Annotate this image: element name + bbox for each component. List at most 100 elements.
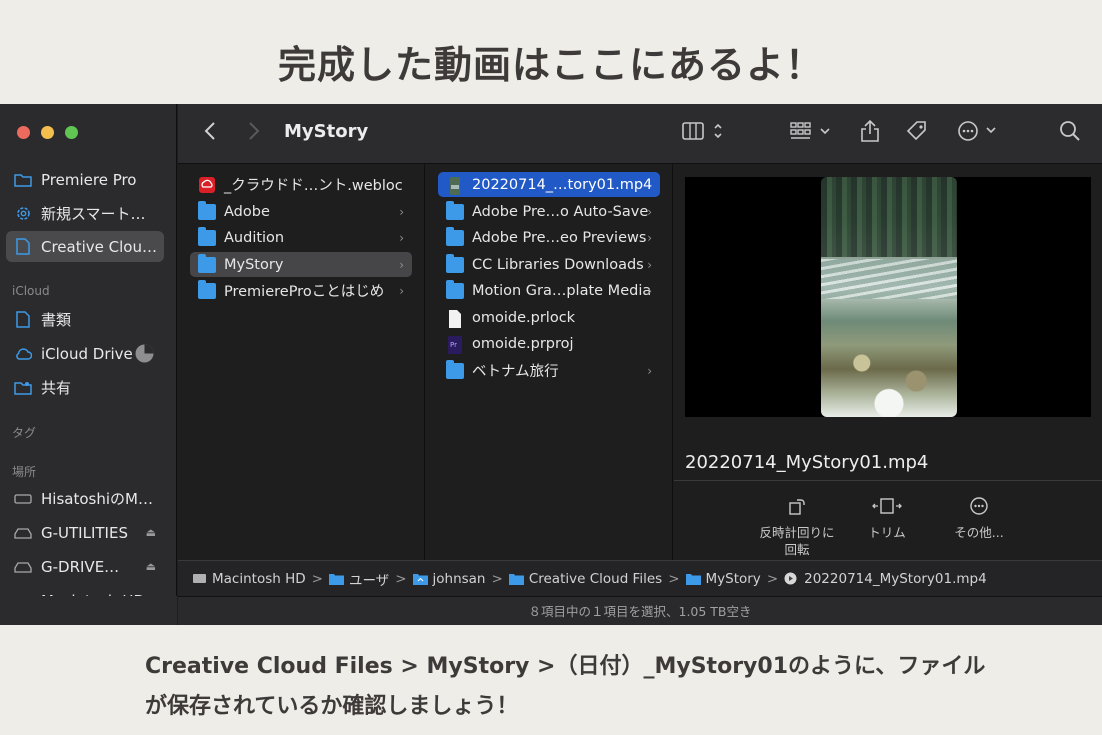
premiere-file-icon: Pr: [446, 335, 464, 354]
minimize-window-button[interactable]: [41, 126, 54, 139]
chevron-right-icon: ›: [647, 363, 652, 378]
rotate-left-icon: [752, 494, 842, 518]
path-segment[interactable]: Creative Cloud Files: [508, 571, 662, 587]
folder-icon: [446, 359, 464, 379]
caption-line: が保存されているか確認しましょう！: [145, 694, 519, 719]
list-item[interactable]: CC Libraries Downloads ›: [438, 252, 660, 277]
grid-icon: [789, 121, 835, 145]
sidebar-section-tags: タグ: [12, 426, 37, 440]
list-item[interactable]: Adobe ›: [190, 199, 412, 224]
sidebar-item-label: iCloud Drive: [41, 344, 133, 363]
path-segment[interactable]: 20220714_MyStory01.mp4: [784, 571, 987, 587]
list-item[interactable]: omoide.prlock: [438, 305, 660, 330]
path-segment[interactable]: ユーザ: [328, 569, 389, 589]
list-item[interactable]: _クラウドド…ント.webloc: [190, 172, 412, 197]
close-window-button[interactable]: [17, 126, 30, 139]
sidebar-item-premiere-pro[interactable]: Premiere Pro: [6, 164, 164, 195]
eject-icon[interactable]: ⏏: [146, 526, 156, 539]
sidebar-item-creative-cloud[interactable]: Creative Clou…: [6, 231, 164, 262]
sidebar-item-label: 書類: [41, 311, 72, 329]
preview-pane: 20220714_MyStory01.mp4 反時計回りに 回転 トリム その他…: [674, 164, 1102, 560]
list-item[interactable]: Adobe Pre…eo Previews ›: [438, 225, 660, 250]
path-segment[interactable]: Macintosh HD: [192, 571, 306, 587]
list-item[interactable]: 20220714_…tory01.mp4: [438, 172, 660, 197]
home-folder-icon: [412, 572, 428, 585]
sidebar-item-icloud-drive[interactable]: iCloud Drive: [6, 338, 164, 369]
path-bar: Macintosh HD > ユーザ > johnsan > Creative …: [178, 560, 1102, 596]
more-button[interactable]: その他...: [934, 494, 1024, 541]
document-icon: [446, 309, 464, 328]
sidebar-item-g-drive[interactable]: G-DRIVE… ⏏: [6, 551, 164, 582]
sidebar-item-documents[interactable]: 書類: [6, 304, 164, 335]
divider: [674, 480, 1102, 481]
sidebar-item-label: G-UTILITIES: [41, 523, 128, 542]
document-icon: [14, 311, 32, 329]
folder-icon: [446, 200, 464, 220]
caption-line: Creative Cloud Files > MyStory >（日付）_MyS…: [145, 654, 986, 679]
chevron-right-icon: ›: [647, 283, 652, 298]
sidebar-item-shared[interactable]: 共有: [6, 372, 164, 403]
folder-icon: [198, 200, 216, 220]
path-segment[interactable]: MyStory: [685, 571, 761, 587]
group-button[interactable]: [788, 120, 836, 146]
list-item[interactable]: Adobe Pre…o Auto-Save ›: [438, 199, 660, 224]
page-heading: 完成した動画はここにあるよ！: [277, 43, 824, 87]
path-segment[interactable]: johnsan: [412, 571, 486, 587]
action-label: 回転: [784, 542, 810, 557]
action-label: その他...: [954, 525, 1004, 540]
list-item[interactable]: Audition ›: [190, 225, 412, 250]
sidebar-section-icloud: iCloud: [12, 284, 50, 298]
view-mode-button[interactable]: [678, 120, 728, 146]
list-item[interactable]: Motion Gra…plate Media ›: [438, 278, 660, 303]
back-button[interactable]: [200, 120, 220, 146]
svg-text:Pr: Pr: [450, 341, 457, 349]
search-button[interactable]: [1058, 120, 1082, 146]
folder-icon: [198, 279, 216, 299]
document-icon: [14, 238, 32, 256]
share-button[interactable]: [858, 119, 882, 146]
laptop-icon: [14, 490, 32, 508]
folder-icon: [446, 226, 464, 246]
video-preview[interactable]: [821, 177, 957, 417]
chevron-right-icon: ›: [399, 283, 404, 298]
shared-folder-icon: [14, 379, 32, 397]
chevron-right-icon: ›: [647, 204, 652, 219]
more-icon: [957, 120, 1001, 146]
list-item[interactable]: PremiereProことはじめ ›: [190, 278, 412, 303]
chevron-right-icon: [248, 122, 260, 144]
action-menu-button[interactable]: [956, 120, 1002, 146]
eject-icon[interactable]: ⏏: [146, 560, 156, 573]
caption: Creative Cloud Files > MyStory >（日付）_MyS…: [145, 647, 1045, 727]
folder-icon: [446, 253, 464, 273]
sidebar-item-label: HisatoshiのM…: [41, 490, 153, 508]
sidebar-item-smart-folder[interactable]: 新規スマート…: [6, 198, 164, 229]
trim-button[interactable]: トリム: [842, 494, 932, 541]
drive-icon: [14, 558, 32, 576]
zoom-window-button[interactable]: [65, 126, 78, 139]
sidebar-item-label: 共有: [41, 379, 72, 397]
video-file-icon: [784, 572, 799, 585]
tag-button[interactable]: [904, 120, 930, 146]
sidebar-item-mac[interactable]: HisatoshiのM…: [6, 483, 164, 514]
forward-button[interactable]: [244, 120, 264, 146]
folder-icon: [446, 279, 464, 299]
rotate-left-button[interactable]: 反時計回りに 回転: [752, 494, 842, 558]
list-item[interactable]: ベトナム旅行 ›: [438, 358, 660, 383]
list-item[interactable]: MyStory ›: [190, 252, 412, 277]
tag-icon: [905, 119, 929, 147]
sidebar: Premiere Pro 新規スマート… Creative Clou… iClo…: [0, 104, 177, 625]
action-label: トリム: [868, 525, 906, 540]
gear-icon: [14, 205, 32, 223]
list-item[interactable]: Pr omoide.prproj: [438, 331, 660, 356]
chevron-right-icon: ›: [399, 230, 404, 245]
sidebar-item-label: Creative Clou…: [41, 237, 157, 256]
preview-filename: 20220714_MyStory01.mp4: [685, 452, 929, 473]
more-icon: [934, 494, 1024, 518]
folder-icon: [508, 572, 524, 585]
drive-icon: [192, 572, 207, 585]
columns-view-icon: [681, 121, 725, 145]
sidebar-item-g-utilities[interactable]: G-UTILITIES ⏏: [6, 517, 164, 548]
browser-column-1: _クラウドド…ント.webloc Adobe › Audition › MySt…: [178, 164, 425, 560]
chevron-right-icon: ›: [647, 230, 652, 245]
trim-icon: [842, 494, 932, 518]
